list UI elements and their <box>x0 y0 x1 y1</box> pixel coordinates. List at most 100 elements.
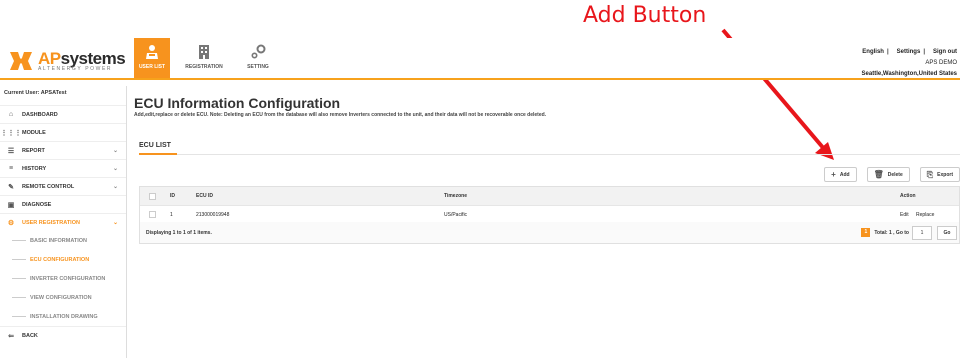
sidebar-item-label: MODULE <box>22 129 46 136</box>
sidebar-subitem-label: BASIC INFORMATION <box>30 237 88 244</box>
sidebar-item-label: DIAGNOSE <box>22 201 52 208</box>
tab-user-list[interactable]: USER LIST <box>134 38 170 78</box>
brand-logo[interactable]: APsystems ALTENERGY POWER <box>8 48 126 72</box>
sidebar-item-report[interactable]: ☰ REPORT ⌄ <box>0 141 126 159</box>
sidebar-item-label: REMOTE CONTROL <box>22 183 75 190</box>
back-icon: ⇐ <box>8 332 14 340</box>
page-number-current[interactable]: 1 <box>861 228 871 237</box>
tab-registration[interactable]: REGISTRATION <box>184 38 224 78</box>
brand-name: APsystems <box>38 48 126 68</box>
chevron-down-icon: ⌄ <box>112 220 118 226</box>
language-link[interactable]: English <box>862 49 884 55</box>
delete-button-label: Delete <box>887 171 903 178</box>
brand-name-part2: systems <box>60 48 126 68</box>
sidebar: Current User: APSATest ⌂ DASHBOARD ⋮⋮⋮ M… <box>0 86 127 358</box>
export-icon: ⎘ <box>926 169 934 179</box>
sidebar-subitem-label: INVERTER CONFIGURATION <box>30 275 106 282</box>
database-icon: ≡ <box>8 165 14 172</box>
goto-page-input[interactable]: 1 <box>912 225 932 240</box>
add-button-label: Add <box>839 171 850 178</box>
diagnose-icon: ▣ <box>7 201 15 209</box>
section-divider <box>139 154 960 155</box>
settings-link[interactable]: Settings <box>897 49 921 55</box>
section-underline <box>139 153 177 155</box>
row-select-cell <box>140 211 164 218</box>
account-name: APS DEMO <box>925 60 957 66</box>
select-all-cell <box>140 192 164 200</box>
section-title: ECU LIST <box>139 142 171 149</box>
home-icon: ⌂ <box>8 111 14 118</box>
sign-out-link[interactable]: Sign out <box>933 49 957 55</box>
account-location: Seattle,Washington,United States <box>861 71 957 77</box>
building-icon <box>196 44 212 60</box>
logo-text: APsystems ALTENERGY POWER <box>38 48 126 72</box>
sidebar-item-diagnose[interactable]: ▣ DIAGNOSE <box>0 195 126 213</box>
sidebar-item-label: USER REGISTRATION <box>22 219 80 226</box>
table-row[interactable]: 1 213000019948 US/Pacific Edit Replace <box>140 205 959 223</box>
pagination-total: Total: 1 , Go to <box>874 229 909 236</box>
table-toolbar: + Add 🗑 Delete ⎘ Export <box>814 167 960 182</box>
sidebar-subitem-label: VIEW CONFIGURATION <box>30 294 92 301</box>
sidebar-subitem-basic-information[interactable]: BASIC INFORMATION <box>0 231 126 250</box>
sidebar-subitem-ecu-configuration[interactable]: ECU CONFIGURATION <box>0 250 126 269</box>
sidebar-subitem-view-configuration[interactable]: VIEW CONFIGURATION <box>0 288 126 307</box>
sidebar-item-dashboard[interactable]: ⌂ DASHBOARD <box>0 105 126 123</box>
add-button[interactable]: + Add <box>824 167 857 182</box>
sidebar-item-label: BACK <box>22 332 38 339</box>
list-icon: ☰ <box>7 147 15 155</box>
sidebar-item-history[interactable]: ≡ HISTORY ⌄ <box>0 159 126 177</box>
tab-setting[interactable]: SETTING <box>238 38 278 78</box>
current-user: Current User: APSATest <box>4 90 67 96</box>
column-header-id[interactable]: ID <box>164 193 196 199</box>
pagination-summary: Displaying 1 to 1 of 1 items. <box>146 229 212 236</box>
wrench-icon: ✎ <box>8 183 14 191</box>
row-checkbox[interactable] <box>148 211 156 218</box>
grid-icon: ⋮⋮⋮ <box>0 129 22 137</box>
column-header-ecu-id[interactable]: ECU ID <box>196 193 444 199</box>
go-button[interactable]: Go <box>937 225 957 240</box>
top-nav: USER LIST REGISTRATION SETTING <box>134 38 292 78</box>
select-all-checkbox[interactable] <box>148 192 156 200</box>
gears-icon <box>250 44 266 60</box>
separator: | <box>886 49 889 55</box>
ecu-table: ID ECU ID Timezone Action 1 213000019948… <box>139 186 960 224</box>
tab-registration-label: REGISTRATION <box>185 64 223 70</box>
header-right: English | Settings | Sign out APS DEMO Seatt… <box>859 47 957 80</box>
sidebar-subitem-installation-drawing[interactable]: INSTALLATION DRAWING <box>0 307 126 326</box>
sidebar-item-label: DASHBOARD <box>22 111 58 118</box>
page-title: ECU Information Configuration <box>134 95 341 111</box>
export-button-label: Export <box>937 171 953 178</box>
header-links: English | Settings | Sign out <box>859 47 957 58</box>
users-icon <box>144 44 160 60</box>
sidebar-subitem-label: INSTALLATION DRAWING <box>30 313 98 320</box>
separator: | <box>923 49 925 55</box>
logo-mark-icon <box>8 50 34 72</box>
column-header-action: Action <box>900 193 916 199</box>
cell-action: Edit Replace <box>900 212 959 218</box>
sidebar-subitem-inverter-configuration[interactable]: INVERTER CONFIGURATION <box>0 269 126 288</box>
sidebar-item-back[interactable]: ⇐ BACK <box>0 326 126 344</box>
delete-button[interactable]: 🗑 Delete <box>866 167 910 182</box>
pagination-bar: Displaying 1 to 1 of 1 items. 1 Total: 1… <box>139 222 960 244</box>
tab-user-list-label: USER LIST <box>138 64 166 70</box>
column-header-timezone[interactable]: Timezone <box>444 193 900 199</box>
chevron-down-icon: ⌄ <box>112 148 118 154</box>
cell-timezone: US/Pacific <box>444 211 468 218</box>
sidebar-subitem-label: ECU CONFIGURATION <box>30 256 90 263</box>
sidebar-item-module[interactable]: ⋮⋮⋮ MODULE <box>0 123 126 141</box>
table-header: ID ECU ID Timezone Action <box>140 187 959 205</box>
export-button[interactable]: ⎘ Export <box>919 167 960 182</box>
replace-link[interactable]: Replace <box>916 212 934 218</box>
chevron-down-icon: ⌄ <box>112 184 118 190</box>
sidebar-item-remote-control[interactable]: ✎ REMOTE CONTROL ⌄ <box>0 177 126 195</box>
sidebar-item-user-registration[interactable]: ⚙ USER REGISTRATION ⌄ <box>0 213 126 231</box>
cogs-icon: ⚙ <box>7 219 15 227</box>
edit-link[interactable]: Edit <box>900 212 909 218</box>
app-header: APsystems ALTENERGY POWER USER LIST REGI… <box>0 38 960 80</box>
trash-icon: 🗑 <box>873 170 884 179</box>
chevron-down-icon: ⌄ <box>112 166 118 172</box>
tab-setting-label: SETTING <box>247 64 269 70</box>
main-content: ECU Information Configuration Add,edit,r… <box>127 86 960 358</box>
cell-id: 1 <box>170 211 173 218</box>
sidebar-item-label: HISTORY <box>22 165 47 172</box>
